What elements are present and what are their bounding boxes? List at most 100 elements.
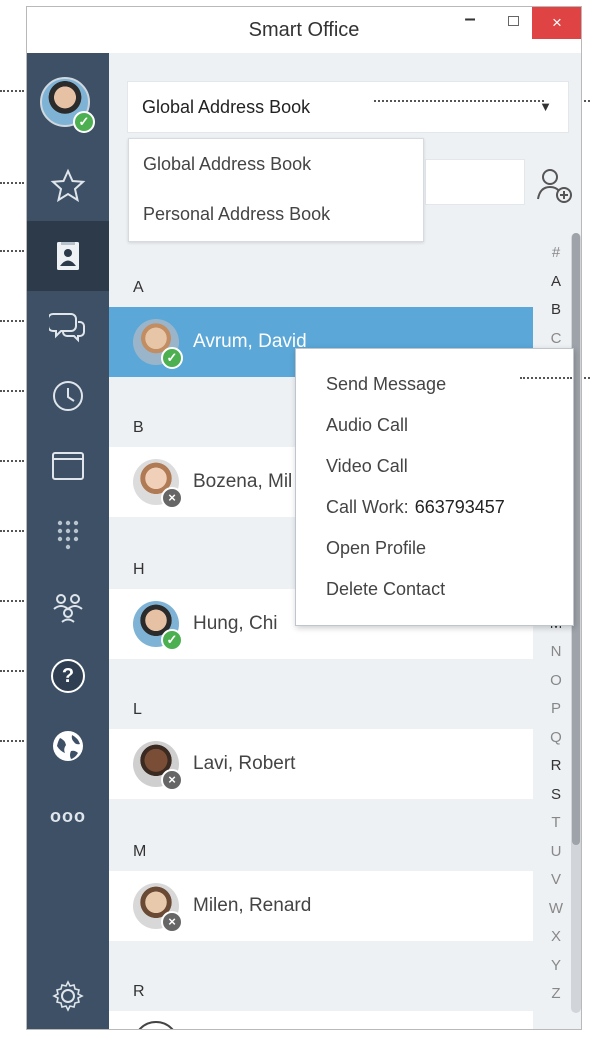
callout-leader xyxy=(0,600,24,602)
callout-leader xyxy=(0,740,24,742)
callout-leader xyxy=(0,320,24,322)
settings-icon xyxy=(52,980,84,1012)
help-nav[interactable]: ? xyxy=(27,641,109,711)
close-button[interactable]: × xyxy=(532,7,581,39)
history-icon xyxy=(53,381,83,411)
section-header: L xyxy=(133,701,142,718)
alpha-letter[interactable]: S xyxy=(543,781,569,810)
title-bar: Smart Office – × xyxy=(27,7,581,52)
dialpad-icon xyxy=(57,520,79,550)
section-header: H xyxy=(133,561,145,578)
alpha-letter[interactable]: Q xyxy=(543,724,569,753)
search-input[interactable] xyxy=(425,159,525,205)
open-profile-item[interactable]: Open Profile xyxy=(296,528,573,569)
help-icon: ? xyxy=(51,659,85,693)
callout-leader xyxy=(0,182,24,184)
add-contact-button[interactable] xyxy=(534,165,576,209)
call-work-number: 663793457 xyxy=(414,497,505,517)
alpha-letter[interactable]: A xyxy=(543,268,569,297)
audio-call-item[interactable]: Audio Call xyxy=(296,405,573,446)
offline-status-icon: × xyxy=(161,487,183,509)
alpha-letter[interactable]: B xyxy=(543,296,569,325)
contact-name: Bozena, Mil xyxy=(193,471,293,492)
alpha-letter[interactable]: O xyxy=(543,667,569,696)
dropdown-arrow-icon: ▼ xyxy=(539,99,552,114)
callout-leader xyxy=(374,100,544,102)
offline-status-icon: × xyxy=(161,911,183,933)
section-header: B xyxy=(133,419,144,436)
contact-row[interactable]: × Milen, Renard xyxy=(109,871,533,941)
address-book-menu: Global Address Book Personal Address Boo… xyxy=(128,138,424,242)
page: Smart Office – × ✓ ? ooo Global Address … xyxy=(0,0,590,1037)
contact-name: Lavi, Robert xyxy=(193,753,296,774)
conference-icon xyxy=(53,594,83,623)
call-work-label: Call Work: xyxy=(326,497,409,517)
history-nav[interactable] xyxy=(27,361,109,431)
alpha-letter[interactable]: N xyxy=(543,638,569,667)
callout-leader xyxy=(584,100,590,102)
add-contact-icon xyxy=(537,169,572,203)
star-icon xyxy=(50,168,86,203)
app-window: Smart Office – × ✓ ? ooo Global Address … xyxy=(26,6,582,1030)
callout-leader xyxy=(0,530,24,532)
alpha-letter[interactable]: R xyxy=(543,752,569,781)
settings-nav[interactable] xyxy=(27,961,109,1029)
chat-nav[interactable] xyxy=(27,291,109,361)
delete-contact-item[interactable]: Delete Contact xyxy=(296,569,573,610)
contacts-nav[interactable] xyxy=(27,221,109,291)
online-status-icon: ✓ xyxy=(161,347,183,369)
contacts-icon xyxy=(57,242,79,270)
send-message-item[interactable]: Send Message xyxy=(296,364,573,405)
globe-nav[interactable] xyxy=(27,711,109,781)
section-header: R xyxy=(133,983,145,1000)
alpha-letter[interactable]: P xyxy=(543,695,569,724)
maximize-button[interactable] xyxy=(498,7,528,37)
minimize-button[interactable]: – xyxy=(452,7,488,37)
alpha-letter[interactable]: Y xyxy=(543,952,569,981)
chat-icon xyxy=(49,313,85,343)
contact-context-menu: Send Message Audio Call Video Call Call … xyxy=(295,348,574,626)
contact-name: Milen, Renard xyxy=(193,895,312,916)
contact-row[interactable]: × Lavi, Robert xyxy=(109,729,533,799)
call-work-item[interactable]: Call Work: 663793457 xyxy=(296,487,573,528)
more-icon: ooo xyxy=(50,805,86,826)
user-avatar[interactable]: ✓ xyxy=(27,53,109,153)
dialpad-nav[interactable] xyxy=(27,501,109,571)
globe-icon xyxy=(53,731,83,761)
section-header: A xyxy=(133,279,144,296)
callout-leader xyxy=(0,460,24,462)
callout-leader xyxy=(0,250,24,252)
address-book-option[interactable]: Global Address Book xyxy=(129,139,423,189)
contact-name: Hung, Chi xyxy=(193,613,278,634)
alpha-letter[interactable]: W xyxy=(543,895,569,924)
address-book-selected: Global Address Book xyxy=(142,97,311,117)
more-nav[interactable]: ooo xyxy=(27,781,109,851)
online-status-icon: ✓ xyxy=(73,111,95,133)
conference-nav[interactable] xyxy=(27,571,109,641)
callout-leader xyxy=(520,377,572,379)
callout-leader xyxy=(0,390,24,392)
alpha-letter[interactable]: V xyxy=(543,866,569,895)
alpha-letter[interactable]: X xyxy=(543,923,569,952)
callout-leader xyxy=(584,377,590,379)
section-header: M xyxy=(133,843,147,860)
online-status-icon: ✓ xyxy=(161,629,183,651)
favorites-nav[interactable] xyxy=(27,151,109,221)
alpha-letter[interactable]: Z xyxy=(543,980,569,1009)
contact-row[interactable] xyxy=(109,1011,533,1029)
contact-avatar xyxy=(133,1021,179,1029)
sidebar: ✓ ? ooo xyxy=(27,53,109,1029)
offline-status-icon: × xyxy=(161,769,183,791)
contact-name: Avrum, David xyxy=(193,331,307,352)
video-call-item[interactable]: Video Call xyxy=(296,446,573,487)
address-book-select[interactable]: Global Address Book ▼ xyxy=(127,81,569,133)
alpha-letter[interactable]: U xyxy=(543,838,569,867)
window-icon xyxy=(52,452,84,480)
callout-leader xyxy=(0,90,24,92)
alpha-letter[interactable]: # xyxy=(543,239,569,268)
alpha-letter[interactable]: T xyxy=(543,809,569,838)
address-book-option[interactable]: Personal Address Book xyxy=(129,189,423,239)
maximize-icon xyxy=(507,16,519,26)
callout-leader xyxy=(0,670,24,672)
window-nav[interactable] xyxy=(27,431,109,501)
